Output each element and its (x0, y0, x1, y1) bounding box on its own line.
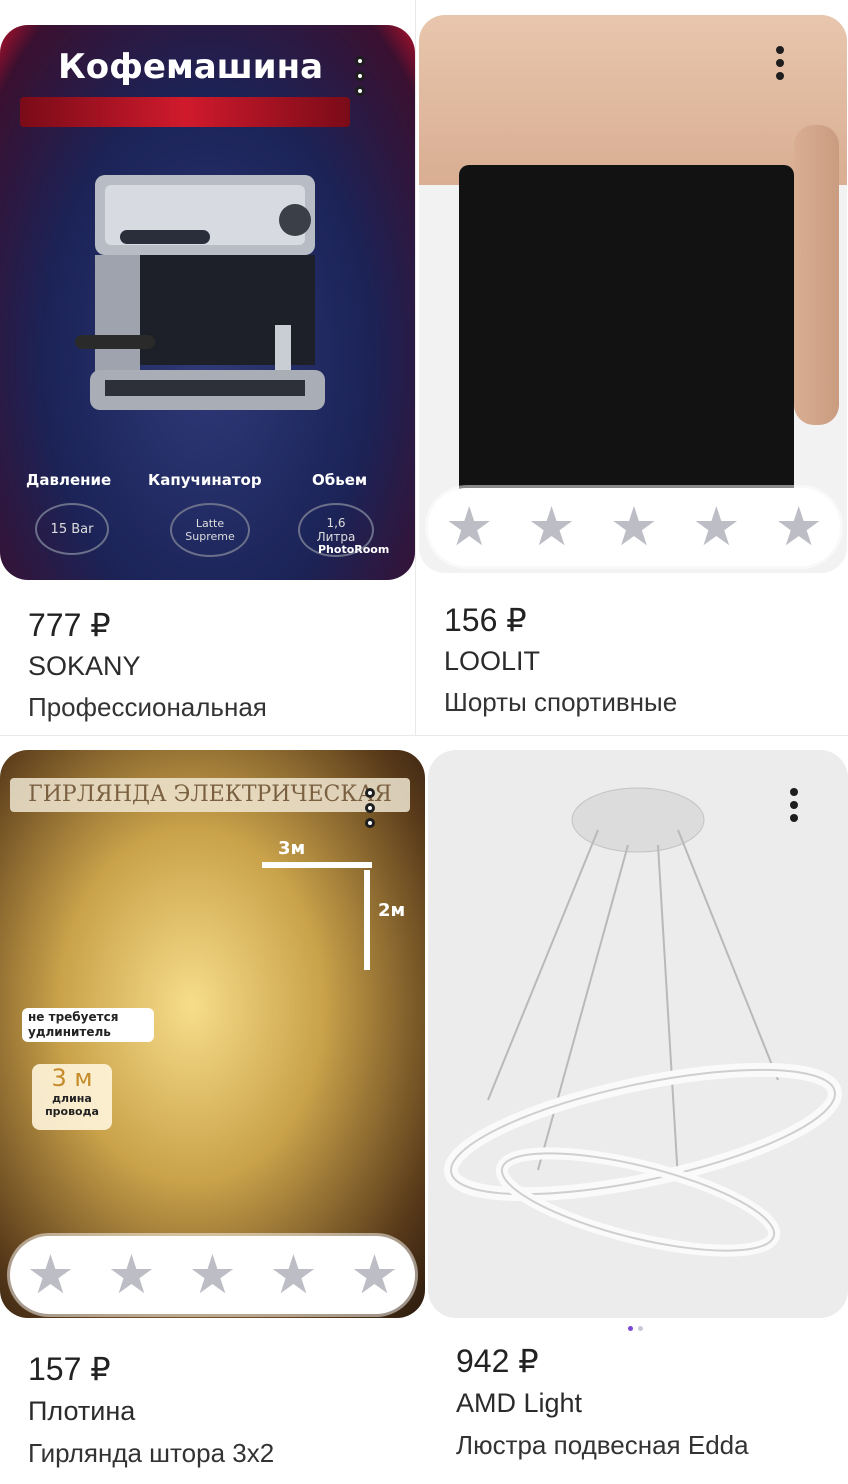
model-arm-right (794, 125, 839, 425)
product-card-chandelier[interactable]: 942 ₽ AMD Light Люстра подвесная Edda (416, 736, 848, 1484)
feature-label: Капучинатор (148, 471, 262, 489)
image-headline: ГИРЛЯНДА ЭЛЕКТРИЧЕСКАЯ (10, 778, 410, 812)
product-image[interactable]: Кофемашина Давление Капучинатор Обьем 15… (0, 25, 415, 580)
feature-badge: Latte Supreme (170, 503, 250, 557)
star-icon[interactable]: ★ (692, 500, 740, 554)
coffee-machine-illustration (75, 175, 325, 410)
star-icon[interactable]: ★ (26, 1248, 74, 1302)
product-price: 157 ₽ (28, 1351, 111, 1387)
more-options-button[interactable] (786, 788, 802, 822)
rating-stars[interactable]: ★ ★ ★ ★ ★ (10, 1236, 415, 1314)
star-icon[interactable]: ★ (107, 1248, 155, 1302)
product-image[interactable] (428, 750, 848, 1318)
product-title: Шорты спортивные (444, 687, 678, 717)
star-icon[interactable]: ★ (269, 1248, 317, 1302)
height-arrow (364, 870, 370, 970)
shorts-shape (459, 165, 794, 495)
image-pagination[interactable] (628, 1326, 643, 1331)
star-icon[interactable]: ★ (350, 1248, 398, 1302)
product-image[interactable]: ГИРЛЯНДА ЭЛЕКТРИЧЕСКАЯ 3м 2м не требуетс… (0, 750, 425, 1318)
star-icon[interactable]: ★ (188, 1248, 236, 1302)
headline-red-bar (20, 97, 350, 127)
product-price: 777 ₽ (28, 607, 111, 643)
star-icon[interactable]: ★ (445, 500, 493, 554)
image-headline: Кофемашина (58, 47, 324, 87)
cable-box: 3 м длина провода (32, 1064, 112, 1130)
product-title: Гирлянда штора 3х2 (28, 1438, 275, 1468)
pagination-dot[interactable] (638, 1326, 643, 1331)
chandelier-illustration (444, 787, 842, 1257)
width-label: 3м (278, 838, 306, 859)
product-brand: AMD Light (456, 1388, 583, 1418)
more-options-button[interactable] (772, 46, 788, 80)
feature-label: Обьем (312, 471, 368, 489)
product-brand: SOKANY (28, 651, 141, 681)
width-arrow (262, 862, 372, 868)
model-torso (419, 15, 847, 185)
product-title: Профессиональная (28, 692, 267, 722)
feature-badge: 15 Bar (35, 503, 109, 555)
star-icon[interactable]: ★ (610, 500, 658, 554)
product-title: Люстра подвесная Edda (456, 1430, 749, 1460)
star-icon[interactable]: ★ (527, 500, 575, 554)
product-price: 942 ₽ (456, 1343, 539, 1379)
rating-stars[interactable]: ★ ★ ★ ★ ★ (428, 488, 840, 566)
product-card-garland[interactable]: ГИРЛЯНДА ЭЛЕКТРИЧЕСКАЯ 3м 2м не требуетс… (0, 736, 425, 1484)
more-options-button[interactable] (352, 56, 368, 96)
product-brand: Плотина (28, 1396, 136, 1426)
product-card-shorts[interactable]: ★ ★ ★ ★ ★ 156 ₽ LOOLIT Шорты спортивные (416, 0, 848, 735)
photoroom-watermark: PhotoRoom (318, 543, 390, 556)
feature-label: Давление (26, 471, 112, 489)
pagination-dot-active[interactable] (628, 1326, 633, 1331)
product-brand: LOOLIT (444, 646, 541, 676)
more-options-button[interactable] (362, 788, 378, 828)
product-card-coffee-machine[interactable]: Кофемашина Давление Капучинатор Обьем 15… (0, 0, 415, 735)
product-price: 156 ₽ (444, 602, 527, 638)
note-label: не требуется удлинитель (22, 1008, 154, 1042)
height-label: 2м (378, 900, 406, 921)
star-icon[interactable]: ★ (775, 500, 823, 554)
